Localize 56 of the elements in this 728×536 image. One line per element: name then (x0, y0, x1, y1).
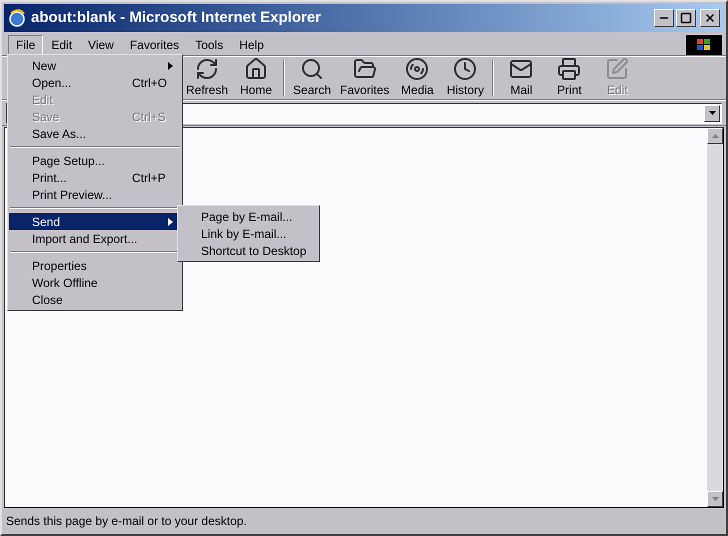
clock-icon (453, 57, 478, 81)
menu-item[interactable]: Work Offline (9, 274, 181, 291)
menu-item[interactable]: Print... Ctrl+P (9, 169, 181, 186)
toolbar-button[interactable]: Media (393, 57, 442, 99)
menu-item[interactable]: Close (9, 291, 181, 308)
printer-icon (557, 57, 582, 81)
menu-item[interactable]: Open... Ctrl+O (9, 74, 181, 91)
maximize-icon (680, 12, 692, 24)
house-icon (244, 57, 268, 81)
scroll-down-button[interactable] (707, 491, 723, 507)
menu-bar-item[interactable]: Help (231, 34, 272, 54)
menu-item[interactable]: Properties (9, 257, 181, 274)
menu-item[interactable]: Import and Export... (9, 230, 181, 247)
shortcut-label: Ctrl+O (132, 74, 168, 92)
maximize-button[interactable] (676, 9, 696, 27)
scroll-bar[interactable] (707, 128, 723, 507)
menu-bar-item[interactable]: Tools (187, 34, 232, 54)
toolbar-button[interactable]: Print (545, 57, 594, 99)
caret-icon (708, 111, 716, 115)
flag-icon (697, 38, 711, 50)
menu-item[interactable]: Shortcut to Desktop (179, 242, 318, 259)
menu-bar-item[interactable]: View (80, 34, 122, 54)
scroll-up-button[interactable] (707, 128, 723, 144)
folder-icon (352, 57, 377, 81)
up-arrow-icon (712, 134, 718, 138)
menu-item[interactable]: Print Preview... (9, 186, 181, 203)
status-text: Sends this page by e-mail or to your desktop. (6, 513, 247, 530)
shortcut-label: Ctrl+P (132, 170, 166, 186)
envelope-icon (509, 57, 534, 81)
submenu-arrow-icon (168, 62, 173, 70)
menu-item[interactable]: New (9, 57, 181, 74)
toolbar-button[interactable]: Search (288, 57, 336, 99)
toolbar-button[interactable]: Refresh (182, 57, 232, 99)
window-title: about:blank - Microsoft Internet Explorer (31, 8, 322, 28)
refresh-icon (195, 57, 220, 81)
minimize-button[interactable] (654, 9, 674, 27)
pen-icon (605, 57, 630, 81)
shortcut-label: Ctrl+S (132, 108, 166, 126)
down-arrow-icon (712, 497, 718, 501)
disc-icon (405, 57, 430, 81)
submenu-arrow-icon (168, 218, 173, 226)
menu-item[interactable]: Link by E-mail... (179, 225, 318, 242)
menu-item[interactable]: Page by E-mail... (179, 208, 318, 225)
toolbar-button[interactable]: Mail (497, 57, 546, 99)
menu-item[interactable]: Page Setup... (9, 152, 181, 169)
close-icon (704, 12, 716, 24)
menu-item[interactable]: Save As... (9, 125, 181, 142)
menu-bar-item[interactable]: Edit (43, 34, 80, 54)
browser-icon (8, 9, 26, 27)
toolbar-button[interactable]: Home (232, 57, 280, 99)
menu-bar-item[interactable]: Favorites (122, 34, 188, 54)
dropdown-button[interactable] (704, 104, 720, 122)
toolbar-button[interactable]: History (441, 57, 490, 99)
search-icon (300, 57, 324, 81)
toolbar-button[interactable]: Favorites (336, 57, 394, 99)
close-button[interactable] (700, 9, 720, 27)
